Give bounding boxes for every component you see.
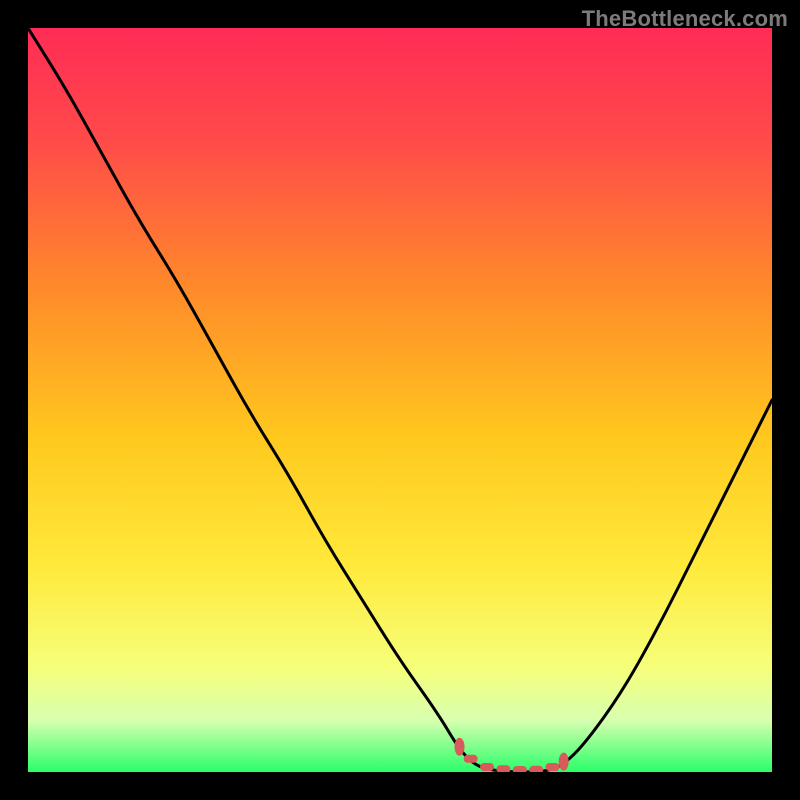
chart-container: TheBottleneck.com: [0, 0, 800, 800]
watermark-label: TheBottleneck.com: [582, 6, 788, 32]
bottleneck-chart: [28, 28, 772, 772]
